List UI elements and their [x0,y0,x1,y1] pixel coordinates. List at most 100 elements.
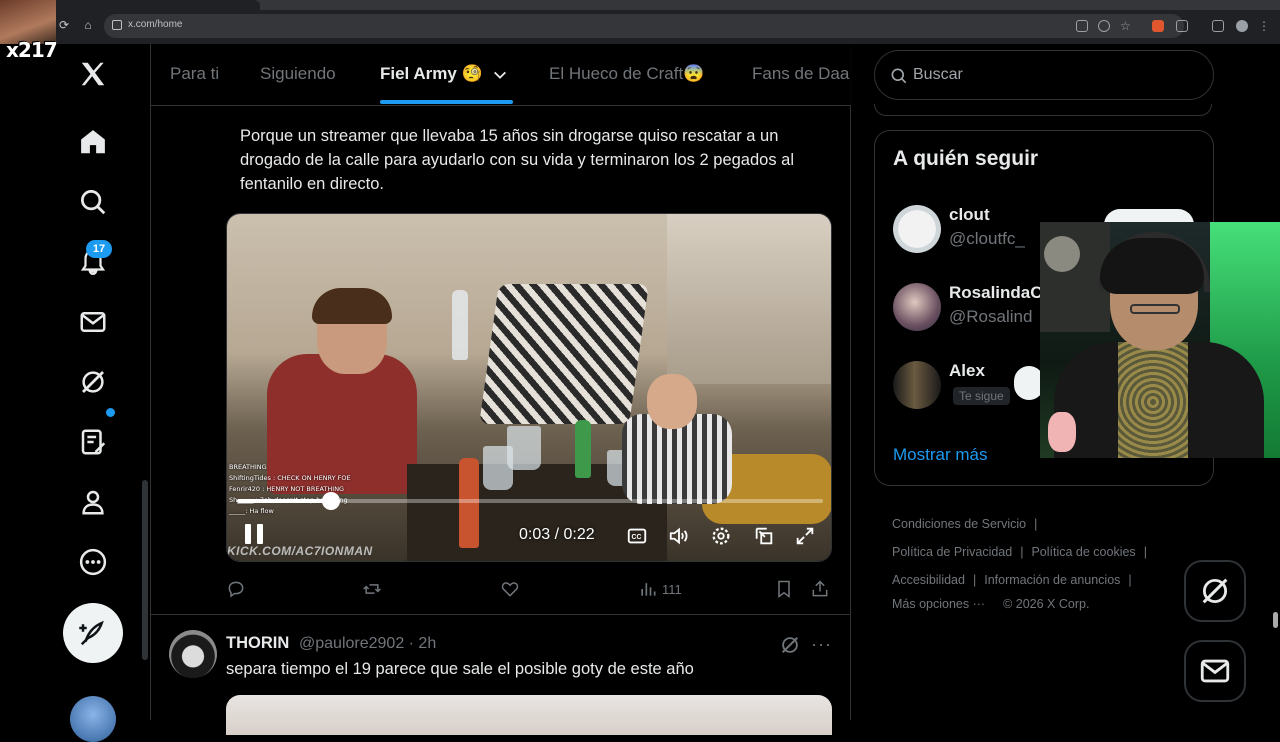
browser-tab[interactable] [40,0,260,10]
extensions-puzzle-icon[interactable] [1176,20,1188,32]
timeline-tabs: Para ti Siguiendo Fiel Army 🧐 El Hueco d… [151,44,851,106]
tab-siguiendo[interactable]: Siguiendo [260,64,336,84]
suggestion-name[interactable]: Alex [949,361,985,381]
profile-avatar-icon[interactable] [1236,20,1248,32]
search-icon [891,68,907,84]
views-count: 111 [662,581,682,597]
bookmark-star-icon[interactable]: ☆ [1120,20,1132,32]
footer-cookies-link[interactable]: Política de cookies [1031,545,1135,559]
messages-floating-button[interactable] [1184,640,1246,702]
suggestion-avatar[interactable] [893,205,941,253]
suggestion-avatar[interactable] [893,283,941,331]
sidebar-footer: Condiciones de Servicio | Política de Pri… [892,517,1147,611]
compose-post-button[interactable] [63,603,123,663]
video-time: 0:03 / 0:22 [519,526,595,543]
volume-icon[interactable] [668,525,690,547]
explore-search-icon[interactable] [76,185,110,219]
chat-line: BREATHING [229,463,267,471]
zoom-icon[interactable] [1098,20,1110,32]
reply-post-media[interactable] [226,695,832,735]
site-info-icon[interactable] [112,20,122,30]
captions-icon[interactable]: CC [626,525,648,547]
reply-author-handle[interactable]: @paulore2902 · 2h [299,635,436,653]
grok-floating-button[interactable] [1184,560,1246,622]
pause-icon[interactable] [245,524,263,544]
share-icon[interactable] [810,578,830,600]
home-browser-icon[interactable]: ⌂ [80,17,96,33]
grok-new-dot [106,408,115,417]
show-more-link[interactable]: Mostrar más [893,445,987,465]
microphone [1044,236,1080,272]
suggestion-name[interactable]: clout [949,205,990,225]
post-text: Porque un streamer que llevaba 15 años s… [240,127,795,193]
timeline-column: Para ti Siguiendo Fiel Army 🧐 El Hueco d… [150,44,851,735]
grok-icon[interactable] [779,634,801,656]
messages-envelope-icon[interactable] [76,305,110,339]
active-tab-indicator [380,100,513,104]
suggestion-avatar[interactable] [893,361,941,409]
video-cup [483,446,513,490]
like-heart-icon[interactable] [500,578,520,600]
video-progress-bar[interactable] [237,492,823,510]
footer-ads-info-link[interactable]: Información de anuncios [984,573,1120,587]
leftnav-scrollbar[interactable] [142,480,148,660]
reply-icon[interactable] [226,578,246,600]
reply-post-text: separa tiempo el 19 parece que sale el p… [226,660,694,678]
account-avatar[interactable] [70,696,116,742]
footer-terms-link[interactable]: Condiciones de Servicio [892,517,1026,531]
suggestion-handle: @Rosalind [949,307,1033,326]
more-dots-icon[interactable]: ··· [811,634,832,655]
post-divider [151,614,851,615]
bookmark-icon[interactable] [774,578,794,600]
views-analytics[interactable]: 111 [638,578,682,600]
chat-line: ShiftingTides : CHECK ON HENRY FOE [229,474,351,482]
footer-more-options-link[interactable]: Más opciones ··· [892,597,985,611]
footer-accessibility-link[interactable]: Accesibilidad [892,573,965,587]
svg-text:CC: CC [632,534,642,541]
streamer-webcam-overlay [1040,222,1280,458]
search-input[interactable] [913,51,1203,99]
tab-fiel-army[interactable]: Fiel Army 🧐 [380,64,483,84]
video-person-right [622,374,831,544]
reply-author-name[interactable]: THORIN [226,634,289,653]
video-progress-fill [237,499,331,503]
reply-author-avatar[interactable] [169,630,217,678]
suggestion-name[interactable]: RosalindaC [949,283,1043,303]
extension-icon[interactable] [1152,20,1164,32]
post-video-player[interactable]: BREATHING ShiftingTides : CHECK ON HENRY… [226,213,832,562]
browser-toolbar: ⟳ ⌂ x.com/home ☆ ⋮ [0,0,1280,44]
search-box[interactable] [874,50,1214,100]
address-bar[interactable]: x.com/home [104,14,1184,38]
reload-icon[interactable]: ⟳ [56,17,72,33]
video-scrub-handle[interactable] [321,492,340,510]
lists-icon[interactable] [76,425,110,459]
chevron-down-icon[interactable] [492,67,508,83]
grok-icon[interactable] [76,365,110,399]
video-wall [667,214,831,384]
tab-fans-de-daa[interactable]: Fans de Daa [752,64,849,84]
page-scrollbar-thumb[interactable] [1273,612,1278,628]
home-icon[interactable] [76,125,110,159]
browser-menu-icon[interactable]: ⋮ [1258,20,1270,32]
x-logo-icon[interactable] [76,57,110,91]
messages-envelope-icon [1200,659,1230,683]
follows-you-badge: Te sigue [953,387,1010,405]
picture-in-picture-icon[interactable] [753,525,775,547]
repost-icon[interactable] [362,578,382,600]
grok-icon [1202,578,1228,604]
media-icon[interactable] [1212,20,1224,32]
footer-copyright: © 2026 X Corp. [1003,597,1090,611]
fullscreen-icon[interactable] [794,525,816,547]
tab-para-ti[interactable]: Para ti [170,64,219,84]
post-actions: 111 [226,578,832,602]
video-bottle [459,458,479,548]
more-options-icon[interactable] [76,545,110,579]
footer-privacy-link[interactable]: Política de Privacidad [892,545,1012,559]
tab-el-hueco-de-craft[interactable]: El Hueco de Craft😨 [549,64,704,84]
settings-gear-icon[interactable] [710,525,732,547]
video-watermark: KICK.COM/AC7IONMAN [227,544,373,558]
cast-icon[interactable] [1076,20,1088,32]
suggestion-handle: @cloutfc_ [949,229,1025,248]
sidebar-card-edge [874,104,1212,116]
profile-icon[interactable] [76,485,110,519]
